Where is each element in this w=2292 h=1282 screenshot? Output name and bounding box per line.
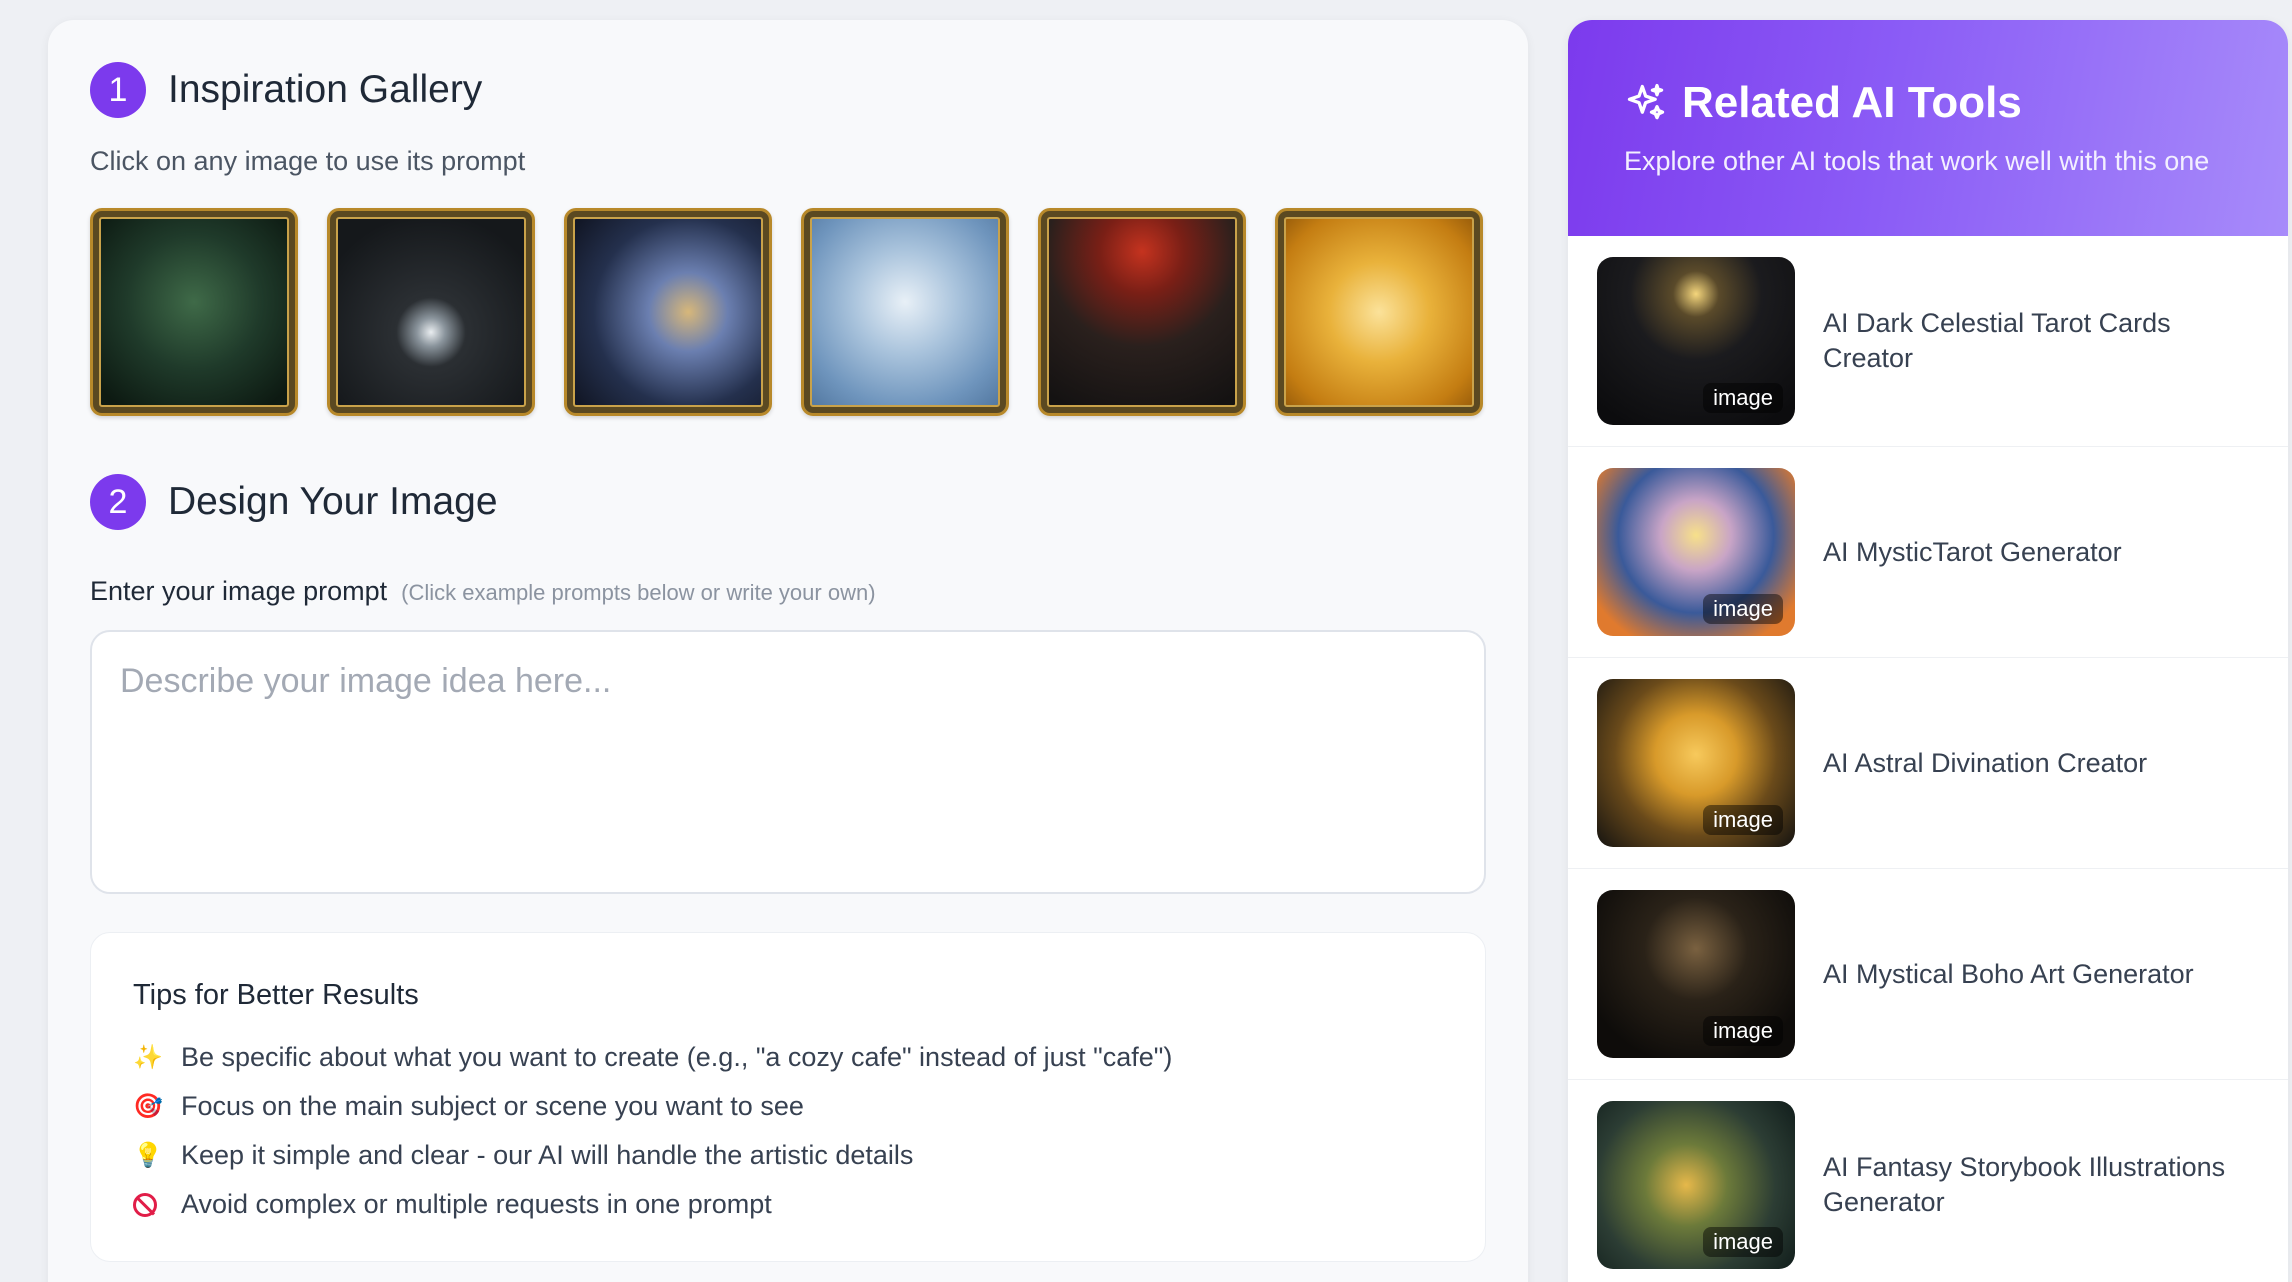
gallery-image-forest-druid[interactable] xyxy=(90,208,298,416)
tips-card: Tips for Better Results ✨ Be specific ab… xyxy=(90,932,1486,1262)
lightbulb-icon: 💡 xyxy=(133,1142,163,1169)
tool-name: AI Dark Celestial Tarot Cards Creator xyxy=(1823,308,2171,373)
tool-tag: image xyxy=(1703,594,1783,624)
tool-tag: image xyxy=(1703,805,1783,835)
tips-list: ✨ Be specific about what you want to cre… xyxy=(133,1033,1172,1229)
tool-tag: image xyxy=(1703,1016,1783,1046)
inspiration-gallery xyxy=(90,208,1483,416)
target-icon: 🎯 xyxy=(133,1093,163,1120)
prompt-label: Enter your image prompt xyxy=(90,576,388,606)
gallery-image-cosmic-wizard[interactable] xyxy=(564,208,772,416)
gallery-header: 1 Inspiration Gallery xyxy=(90,62,482,118)
tool-tag: image xyxy=(1703,383,1783,413)
main-panel: 1 Inspiration Gallery Click on any image… xyxy=(48,20,1528,1282)
tool-name: AI Astral Divination Creator xyxy=(1823,747,2148,778)
related-tools-panel: Related AI Tools Explore other AI tools … xyxy=(1568,20,2288,1282)
tip-item: 🎯 Focus on the main subject or scene you… xyxy=(133,1082,1172,1131)
tip-item: ✨ Be specific about what you want to cre… xyxy=(133,1033,1172,1082)
sparkles-icon: ✨ xyxy=(133,1044,163,1071)
prompt-label-row: Enter your image prompt (Click example p… xyxy=(90,576,876,607)
step-badge-2: 2 xyxy=(90,474,146,530)
tool-item-mystictarot[interactable]: image AI MysticTarot Generator xyxy=(1568,447,2288,658)
design-title: Design Your Image xyxy=(168,480,498,523)
gallery-image-red-moon-witch[interactable] xyxy=(1038,208,1246,416)
related-header: Related AI Tools Explore other AI tools … xyxy=(1568,20,2288,236)
tool-thumbnail: image xyxy=(1597,679,1795,847)
tip-text: Keep it simple and clear - our AI will h… xyxy=(181,1140,914,1170)
prompt-input[interactable] xyxy=(90,630,1486,894)
tool-thumbnail: image xyxy=(1597,1101,1795,1269)
tip-item: 💡 Keep it simple and clear - our AI will… xyxy=(133,1131,1172,1180)
tool-tag: image xyxy=(1703,1227,1783,1257)
tool-item-dark-celestial[interactable]: image AI Dark Celestial Tarot Cards Crea… xyxy=(1568,236,2288,447)
ban-icon xyxy=(133,1192,157,1217)
related-title: Related AI Tools xyxy=(1682,78,2022,127)
prompt-hint: (Click example prompts below or write yo… xyxy=(401,580,876,605)
sparkle-icon xyxy=(1627,83,1665,120)
tip-text: Avoid complex or multiple requests in on… xyxy=(181,1189,772,1219)
tips-title: Tips for Better Results xyxy=(133,979,419,1011)
related-title-row: Related AI Tools xyxy=(1624,78,2288,128)
tool-thumbnail: image xyxy=(1597,468,1795,636)
tool-name: AI Fantasy Storybook Illustrations Gener… xyxy=(1823,1152,2226,1217)
tool-thumbnail: image xyxy=(1597,890,1795,1058)
step-badge-1: 1 xyxy=(90,62,146,118)
tip-item: Avoid complex or multiple requests in on… xyxy=(133,1180,1172,1229)
gallery-subtitle: Click on any image to use its prompt xyxy=(90,146,526,176)
tool-name: AI Mystical Boho Art Generator xyxy=(1823,958,2194,989)
tool-list: image AI Dark Celestial Tarot Cards Crea… xyxy=(1568,236,2288,1282)
gallery-image-golden-goddess[interactable] xyxy=(1275,208,1483,416)
design-header: 2 Design Your Image xyxy=(90,474,498,530)
tool-item-mystical-boho[interactable]: image AI Mystical Boho Art Generator xyxy=(1568,869,2288,1080)
gallery-title: Inspiration Gallery xyxy=(168,68,483,111)
tip-text: Be specific about what you want to creat… xyxy=(181,1042,1173,1072)
gallery-image-ice-queen[interactable] xyxy=(801,208,1009,416)
tool-item-fantasy-storybook[interactable]: image AI Fantasy Storybook Illustrations… xyxy=(1568,1080,2288,1282)
tip-text: Focus on the main subject or scene you w… xyxy=(181,1091,804,1121)
gallery-image-hooded-orb[interactable] xyxy=(327,208,535,416)
tool-name: AI MysticTarot Generator xyxy=(1823,536,2122,567)
tool-item-astral-divination[interactable]: image AI Astral Divination Creator xyxy=(1568,658,2288,869)
tool-thumbnail: image xyxy=(1597,257,1795,425)
related-subtitle: Explore other AI tools that work well wi… xyxy=(1624,146,2210,176)
